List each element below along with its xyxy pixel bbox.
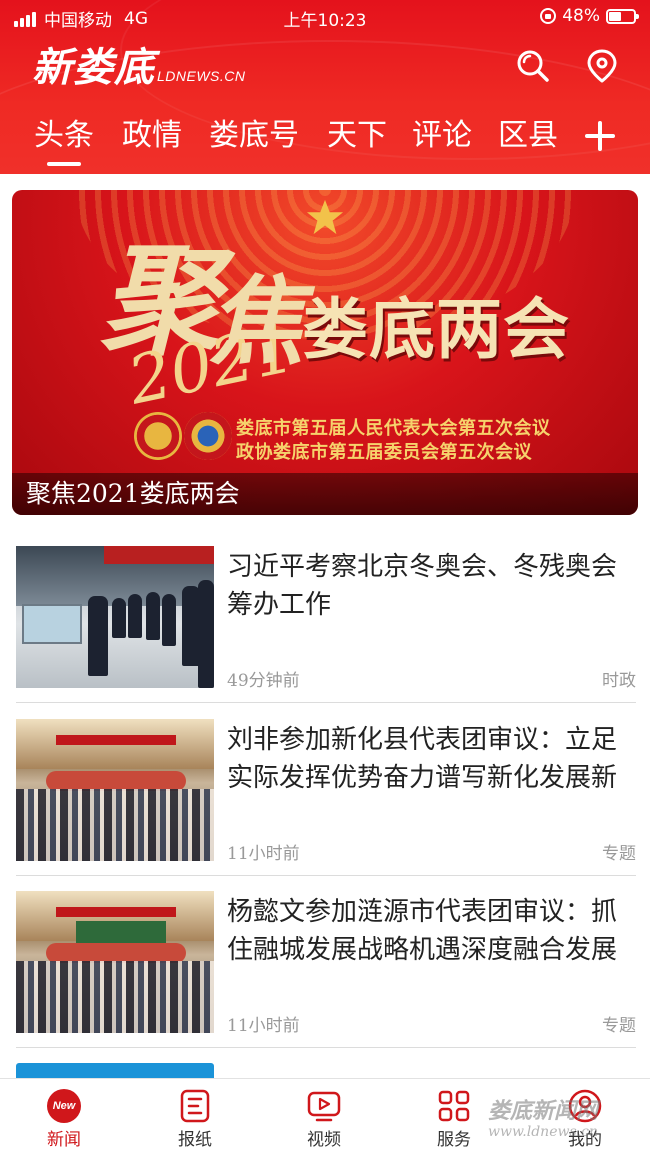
add-channel-icon[interactable] — [584, 120, 616, 152]
tab-world[interactable]: 天下 — [327, 112, 387, 160]
newspaper-icon — [180, 1089, 210, 1123]
search-icon[interactable] — [515, 48, 551, 84]
news-time: 11小时前 — [227, 1016, 300, 1036]
tab-headlines[interactable]: 头条 — [34, 112, 94, 166]
site-watermark: 娄底新闻网 www.ldnews.cn — [488, 1098, 648, 1148]
news-time: 11小时前 — [227, 844, 300, 864]
grid-icon — [438, 1090, 470, 1122]
news-category: 专题 — [602, 1016, 636, 1036]
new-badge-icon: New — [47, 1089, 81, 1123]
news-category: 专题 — [602, 844, 636, 864]
channel-tabs: 头条 政情 娄底号 天下 评论 区县 — [0, 112, 650, 168]
nav-label: 报纸 — [178, 1130, 212, 1150]
watermark-text: 娄底新闻网 — [488, 1098, 599, 1124]
news-title: 杨懿文参加涟源市代表团审议：抓住融城发展战略机遇深度融合发展 — [227, 897, 618, 965]
nav-news[interactable]: New 新闻 — [16, 1089, 112, 1151]
divider — [16, 875, 636, 876]
banner-subtitle-cppcc: 政协娄底市第五届委员会第五次会议 — [236, 442, 532, 463]
app-logo: 新娄底 LDNEWS.CN — [32, 44, 246, 92]
banner-caption: 聚焦2021娄底两会 — [26, 479, 240, 508]
tab-districts[interactable]: 区县 — [498, 112, 558, 160]
tab-commentary[interactable]: 评论 — [412, 112, 472, 160]
banner-subtitle-npc: 娄底市第五届人民代表大会第五次会议 — [236, 418, 551, 439]
featured-banner[interactable]: 聚 2021 焦 娄底两会 娄底市第五届人民代表大会第五次会议 政协娄底市第五届… — [12, 190, 638, 515]
national-emblem-icon — [134, 412, 182, 460]
divider — [16, 702, 636, 703]
video-icon — [307, 1091, 341, 1122]
nav-newspaper[interactable]: 报纸 — [147, 1089, 243, 1151]
news-category: 时政 — [602, 671, 636, 691]
app-header: 中国移动 4G 上午10:23 48% 新娄底 LDNEWS.CN 头条 政情 … — [0, 0, 650, 174]
news-thumbnail — [16, 891, 214, 1033]
news-item[interactable]: 刘非参加新化县代表团审议：立足实际发挥优势奋力谱写新化发展新 11小时前 专题 — [16, 719, 636, 877]
banner-calligraphy-jiao: 焦 — [208, 265, 304, 378]
rotation-lock-icon — [540, 8, 557, 24]
cppcc-emblem-icon — [184, 412, 232, 460]
news-item[interactable]: 习近平考察北京冬奥会、冬残奥会筹办工作 49分钟前 时政 — [16, 546, 636, 704]
location-icon[interactable] — [584, 48, 620, 84]
watermark-url: www.ldnews.cn — [488, 1124, 598, 1140]
tab-politics[interactable]: 政情 — [122, 112, 182, 160]
nav-label: 新闻 — [47, 1130, 81, 1150]
divider — [16, 1047, 636, 1048]
status-bar: 中国移动 4G 上午10:23 48% — [0, 0, 650, 34]
nav-video[interactable]: 视频 — [276, 1089, 372, 1151]
news-thumbnail — [16, 719, 214, 861]
tab-loudi-hao[interactable]: 娄底号 — [209, 112, 299, 160]
news-thumbnail — [16, 546, 214, 688]
news-time: 49分钟前 — [227, 671, 300, 691]
news-item[interactable]: 杨懿文参加涟源市代表团审议：抓住融城发展战略机遇深度融合发展 11小时前 专题 — [16, 891, 636, 1049]
battery-percent: 48% — [562, 6, 600, 26]
status-right: 48% — [540, 6, 639, 26]
logo-domain: LDNEWS.CN — [157, 68, 246, 84]
news-title: 习近平考察北京冬奥会、冬残奥会筹办工作 — [227, 552, 618, 620]
star-icon — [306, 199, 344, 235]
nav-label: 视频 — [307, 1130, 341, 1150]
news-title: 刘非参加新化县代表团审议：立足实际发挥优势奋力谱写新化发展新 — [227, 725, 618, 793]
logo-text: 新娄底 — [32, 44, 155, 91]
banner-title: 娄底两会 — [302, 291, 570, 368]
battery-icon — [606, 8, 639, 24]
